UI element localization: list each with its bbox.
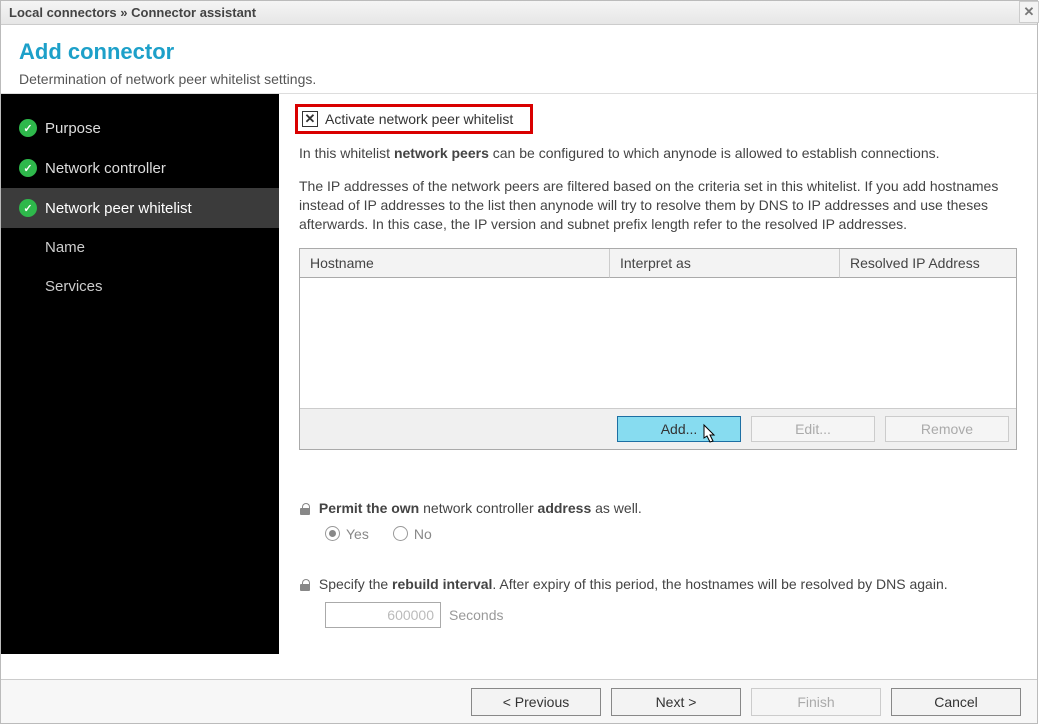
remove-button: Remove — [885, 416, 1009, 442]
close-icon[interactable]: ✕ — [1019, 1, 1039, 23]
previous-button[interactable]: < Previous — [471, 688, 601, 716]
edit-button: Edit... — [751, 416, 875, 442]
rebuild-interval-input[interactable] — [325, 602, 441, 628]
sidebar-item-label: Services — [45, 278, 103, 295]
breadcrumb-sep: » — [117, 5, 131, 20]
dialog-window: Local connectors » Connector assistant ✕… — [0, 0, 1038, 724]
header: Add connector Determination of network p… — [1, 25, 1037, 94]
col-hostname[interactable]: Hostname — [300, 249, 610, 278]
table-body[interactable] — [300, 278, 1016, 408]
rebuild-interval-unit: Seconds — [449, 607, 503, 623]
check-icon: ✓ — [19, 119, 37, 137]
permit-no-radio[interactable]: No — [393, 526, 432, 542]
lock-icon — [299, 579, 311, 591]
finish-button: Finish — [751, 688, 881, 716]
whitelist-table: Hostname Interpret as Resolved IP Addres… — [299, 248, 1017, 450]
check-icon: ✓ — [19, 159, 37, 177]
sidebar-item-label: Network controller — [45, 160, 166, 177]
lock-icon — [299, 503, 311, 515]
sidebar-item-label: Network peer whitelist — [45, 200, 192, 217]
check-icon: ✓ — [19, 199, 37, 217]
add-button[interactable]: Add... — [617, 416, 741, 442]
sidebar-item-label: Purpose — [45, 120, 101, 137]
breadcrumb-2: Connector assistant — [131, 5, 256, 20]
activate-checkbox-row[interactable]: ✕ Activate network peer whitelist — [299, 108, 519, 130]
whitelist-description: In this whitelist network peers can be c… — [299, 144, 1017, 234]
cancel-button[interactable]: Cancel — [891, 688, 1021, 716]
page-subtitle: Determination of network peer whitelist … — [19, 71, 1019, 87]
breadcrumb-1[interactable]: Local connectors — [9, 5, 117, 20]
main-panel: ✕ Activate network peer whitelist In thi… — [279, 94, 1037, 654]
radio-icon — [393, 526, 408, 541]
sidebar-subitem-name[interactable]: Name — [1, 228, 279, 267]
permit-yes-radio[interactable]: Yes — [325, 526, 369, 542]
sidebar-item-label: Name — [45, 239, 85, 256]
table-header: Hostname Interpret as Resolved IP Addres… — [300, 249, 1016, 278]
sidebar-item-network-peer-whitelist[interactable]: ✓ Network peer whitelist — [1, 188, 279, 228]
activate-checkbox[interactable]: ✕ — [302, 111, 318, 127]
table-actions: Add... Edit... Remove — [300, 408, 1016, 449]
col-resolved-ip[interactable]: Resolved IP Address — [840, 249, 1016, 278]
titlebar: Local connectors » Connector assistant ✕ — [1, 1, 1037, 25]
next-button[interactable]: Next > — [611, 688, 741, 716]
sidebar-item-network-controller[interactable]: ✓ Network controller — [1, 148, 279, 188]
page-title: Add connector — [19, 39, 1019, 65]
sidebar-item-purpose[interactable]: ✓ Purpose — [1, 108, 279, 148]
rebuild-interval: Specify the rebuild interval. After expi… — [299, 576, 1017, 628]
sidebar-subitem-services[interactable]: Services — [1, 267, 279, 306]
sidebar: ✓ Purpose ✓ Network controller ✓ Network… — [1, 94, 279, 654]
wizard-footer: < Previous Next > Finish Cancel — [1, 679, 1037, 723]
permit-own-address: Permit the own network controller addres… — [299, 500, 1017, 542]
radio-icon — [325, 526, 340, 541]
col-interpret-as[interactable]: Interpret as — [610, 249, 840, 278]
activate-label: Activate network peer whitelist — [325, 111, 513, 127]
